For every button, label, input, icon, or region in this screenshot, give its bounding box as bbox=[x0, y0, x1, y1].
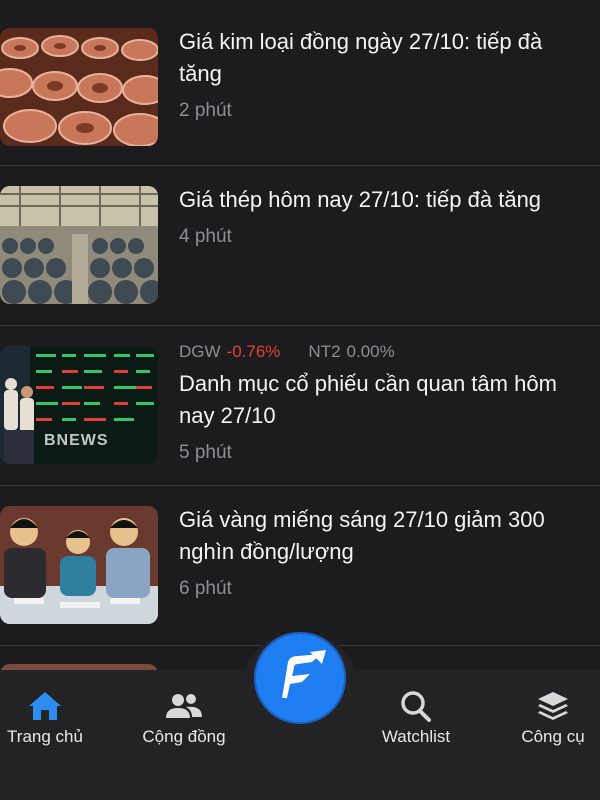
copper-coils-image bbox=[0, 28, 158, 146]
app-logo-icon bbox=[256, 634, 344, 722]
center-app-button[interactable] bbox=[254, 632, 346, 724]
ticker-symbol[interactable]: DGW bbox=[179, 342, 221, 361]
tab-community[interactable]: Cộng đồng bbox=[132, 690, 236, 747]
news-item[interactable]: BNEWS DGW -0.76% NT2 0.00% Danh mục cổ phiế… bbox=[0, 326, 600, 486]
bnews-watermark: BNEWS bbox=[44, 432, 109, 449]
steel-coils-warehouse-image bbox=[0, 186, 158, 304]
stock-board-image: BNEWS bbox=[0, 346, 158, 464]
ticker-change: -0.76% bbox=[226, 342, 281, 361]
news-item[interactable]: Giá kim loại đồng ngày 27/10: tiếp đà tă… bbox=[0, 0, 600, 166]
ticker-change: 0.00% bbox=[346, 342, 395, 361]
tab-label: Trang chủ bbox=[7, 727, 83, 746]
gold-shop-customers-image bbox=[0, 506, 158, 624]
news-headline[interactable]: Giá thép hôm nay 27/10: tiếp đà tăng bbox=[179, 184, 600, 216]
news-time: 4 phút bbox=[179, 226, 232, 247]
news-time: 2 phút bbox=[179, 100, 232, 121]
tab-label: Công cụ bbox=[521, 727, 585, 746]
news-item[interactable]: Giá vàng miếng sáng 27/10 giảm 300 nghìn… bbox=[0, 486, 600, 646]
tab-label: Watchlist bbox=[381, 727, 451, 746]
news-headline[interactable]: Giá kim loại đồng ngày 27/10: tiếp đà tă… bbox=[179, 26, 600, 90]
news-headline[interactable]: Danh mục cổ phiếu cần quan tâm hôm nay 2… bbox=[179, 368, 600, 432]
news-headline[interactable]: Giá vàng miếng sáng 27/10 giảm 300 nghìn… bbox=[179, 504, 600, 568]
search-icon bbox=[401, 691, 431, 722]
news-time: 5 phút bbox=[179, 442, 232, 463]
news-time: 6 phút bbox=[179, 578, 232, 599]
home-icon bbox=[29, 692, 61, 720]
community-icon bbox=[166, 694, 202, 718]
tab-home[interactable]: Trang chủ bbox=[2, 690, 88, 747]
tab-watchlist[interactable]: Watchlist bbox=[372, 690, 460, 747]
ticker-symbol[interactable]: NT2 bbox=[308, 342, 340, 361]
news-item[interactable]: Giá thép hôm nay 27/10: tiếp đà tăng 4 p… bbox=[0, 166, 600, 326]
layers-icon bbox=[538, 692, 568, 720]
related-tickers: DGW -0.76% NT2 0.00% bbox=[179, 342, 600, 364]
tab-label: Cộng đồng bbox=[142, 727, 226, 746]
tab-tools[interactable]: Công cụ bbox=[510, 690, 596, 747]
